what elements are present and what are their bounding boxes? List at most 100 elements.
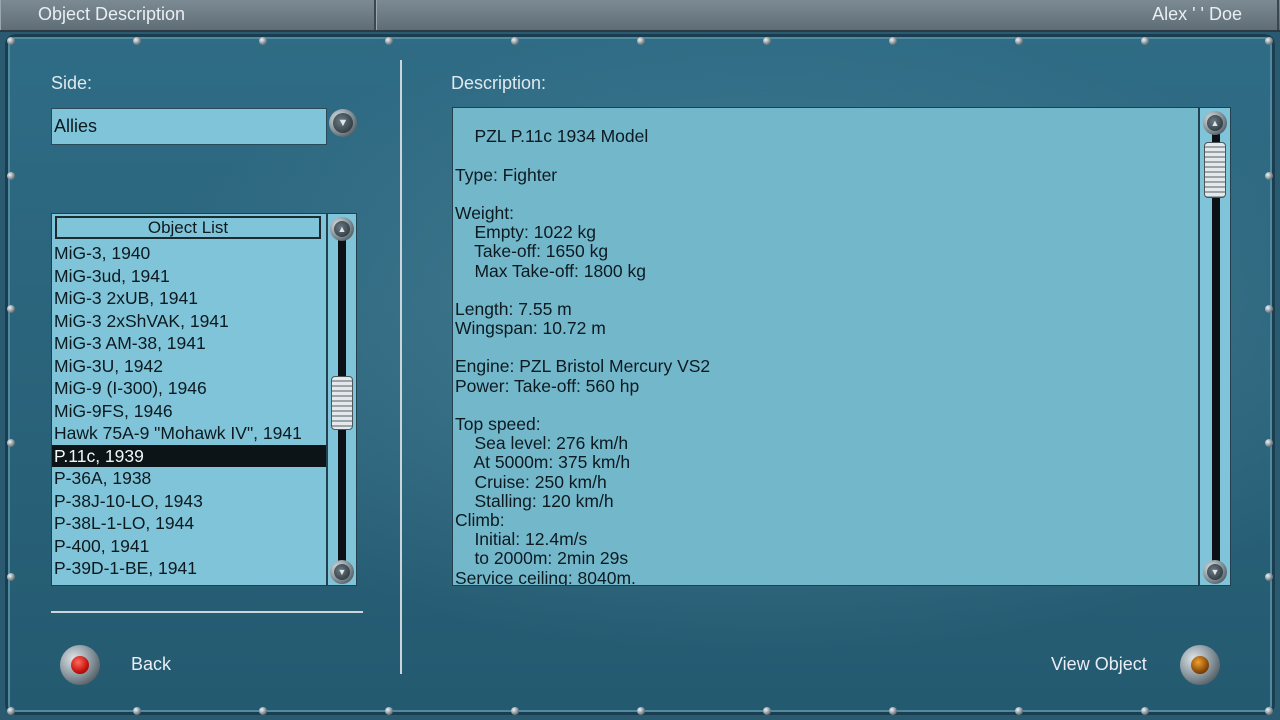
description-line: PZL P.11c 1934 Model — [455, 126, 649, 147]
view-object-label[interactable]: View Object — [1051, 654, 1147, 675]
list-item[interactable]: P-39D-2-BE, 1941 — [52, 580, 326, 586]
chevron-up-icon: ▲ — [1207, 115, 1223, 131]
view-object-button[interactable] — [1180, 645, 1220, 685]
description-line: Service ceiling: 8040m. — [455, 567, 636, 586]
object-list-header: Object List — [55, 216, 321, 239]
rivet — [1265, 172, 1273, 180]
object-list-scroll-thumb[interactable] — [331, 376, 353, 430]
description-line: to 2000m: 2min 29s — [455, 548, 629, 569]
list-item[interactable]: MiG-3 2xUB, 1941 — [52, 287, 326, 310]
red-light-icon — [71, 656, 89, 674]
list-item[interactable]: MiG-3 AM-38, 1941 — [52, 332, 326, 355]
rivet — [511, 37, 519, 45]
list-item[interactable]: MiG-3ud, 1941 — [52, 265, 326, 288]
list-item[interactable]: P-38L-1-LO, 1944 — [52, 512, 326, 535]
description-scroll-down-button[interactable]: ▼ — [1203, 560, 1227, 584]
rivet — [7, 305, 15, 313]
list-item[interactable]: MiG-3U, 1942 — [52, 355, 326, 378]
chevron-down-icon: ▼ — [333, 113, 353, 133]
description-line: Length: 7.55 m — [455, 298, 572, 319]
title-bar: Object Description Alex ' ' Doe — [0, 0, 1280, 32]
rivet — [1265, 707, 1273, 715]
description-panel: PZL P.11c 1934 Model Type: Fighter Weight:… — [452, 107, 1199, 586]
rivet — [763, 37, 771, 45]
description-line: Wingspan: 10.72 m — [455, 318, 606, 339]
list-item[interactable]: P-400, 1941 — [52, 535, 326, 558]
description-line — [455, 108, 710, 127]
rivet — [259, 37, 267, 45]
rivet — [637, 37, 645, 45]
rivet — [1265, 305, 1273, 313]
list-item[interactable]: P-39D-1-BE, 1941 — [52, 557, 326, 580]
rivet — [133, 37, 141, 45]
rivet — [7, 573, 15, 581]
rivet — [133, 707, 141, 715]
description-line: Climb: — [455, 509, 505, 530]
rivet — [259, 707, 267, 715]
list-item[interactable]: P-36A, 1938 — [52, 467, 326, 490]
chevron-down-icon: ▼ — [1207, 564, 1223, 580]
window-title: Object Description — [38, 4, 186, 24]
description-line: Cruise: 250 km/h — [455, 471, 607, 492]
rivet — [7, 37, 15, 45]
description-label: Description: — [451, 73, 547, 93]
description-line: Type: Fighter — [455, 164, 558, 185]
rivet — [889, 37, 897, 45]
description-line — [455, 396, 710, 415]
description-line: Sea level: 276 km/h — [455, 433, 629, 454]
rivet — [7, 707, 15, 715]
side-dropdown[interactable]: Allies — [51, 108, 327, 145]
list-item[interactable]: MiG-3 2xShVAK, 1941 — [52, 310, 326, 333]
description-scrollbar[interactable]: ▲ ▼ — [1199, 107, 1231, 586]
rivet — [1015, 707, 1023, 715]
description-line: Engine: PZL Bristol Mercury VS2 — [455, 356, 711, 377]
description-line: Weight: — [455, 202, 515, 223]
list-item[interactable]: MiG-9 (I-300), 1946 — [52, 377, 326, 400]
side-label: Side: — [51, 73, 93, 93]
description-line: Stalling: 120 km/h — [455, 490, 614, 511]
user-name: Alex ' ' Doe — [1152, 4, 1242, 24]
list-item[interactable]: P.11c, 1939 — [52, 444, 326, 467]
description-line: Take-off: 1650 kg — [455, 241, 609, 262]
list-item[interactable]: Hawk 75A-9 "Mohawk IV", 1941 — [52, 422, 326, 445]
back-label[interactable]: Back — [131, 654, 171, 675]
chevron-up-icon: ▲ — [334, 221, 350, 237]
object-list-scrollbar[interactable]: ▲ ▼ — [327, 213, 357, 586]
object-list[interactable]: MiG-3, 1940 MiG-3ud, 1941 MiG-3 2xUB, 1941… — [51, 213, 327, 586]
side-dropdown-button[interactable]: ▼ — [329, 109, 357, 137]
rivet — [7, 172, 15, 180]
description-scroll-up-button[interactable]: ▲ — [1203, 111, 1227, 135]
rivet — [1141, 707, 1149, 715]
object-list-items: MiG-3, 1940 MiG-3ud, 1941 MiG-3 2xUB, 1941… — [52, 242, 326, 586]
description-scroll-thumb[interactable] — [1204, 142, 1226, 198]
description-text: PZL P.11c 1934 Model Type: Fighter Weight:… — [455, 108, 711, 586]
scroll-down-button[interactable]: ▼ — [330, 560, 354, 584]
rivet — [889, 707, 897, 715]
chevron-down-icon: ▼ — [334, 564, 350, 580]
description-line: Power: Take-off: 560 hp — [455, 375, 640, 396]
rivet — [385, 707, 393, 715]
list-item[interactable]: P-38J-10-LO, 1943 — [52, 490, 326, 513]
rivet — [1141, 37, 1149, 45]
description-line — [455, 185, 710, 204]
description-line — [455, 146, 710, 165]
rivet — [1265, 573, 1273, 581]
description-line: At 5000m: 375 km/h — [455, 452, 631, 473]
rivet — [637, 707, 645, 715]
description-line — [455, 338, 710, 357]
title-bar-right-segment — [376, 0, 1279, 30]
rivet — [385, 37, 393, 45]
description-line: Empty: 1022 kg — [455, 222, 597, 243]
description-line: Max Take-off: 1800 kg — [455, 260, 646, 281]
rivet — [1015, 37, 1023, 45]
rivet — [1265, 37, 1273, 45]
description-line — [455, 281, 710, 300]
scroll-up-button[interactable]: ▲ — [330, 217, 354, 241]
amber-light-icon — [1191, 656, 1209, 674]
list-item[interactable]: MiG-3, 1940 — [52, 242, 326, 265]
description-line: Top speed: — [455, 414, 541, 434]
rivet — [7, 439, 15, 447]
rivet — [1265, 439, 1273, 447]
list-item[interactable]: MiG-9FS, 1946 — [52, 400, 326, 423]
back-button[interactable] — [60, 645, 100, 685]
